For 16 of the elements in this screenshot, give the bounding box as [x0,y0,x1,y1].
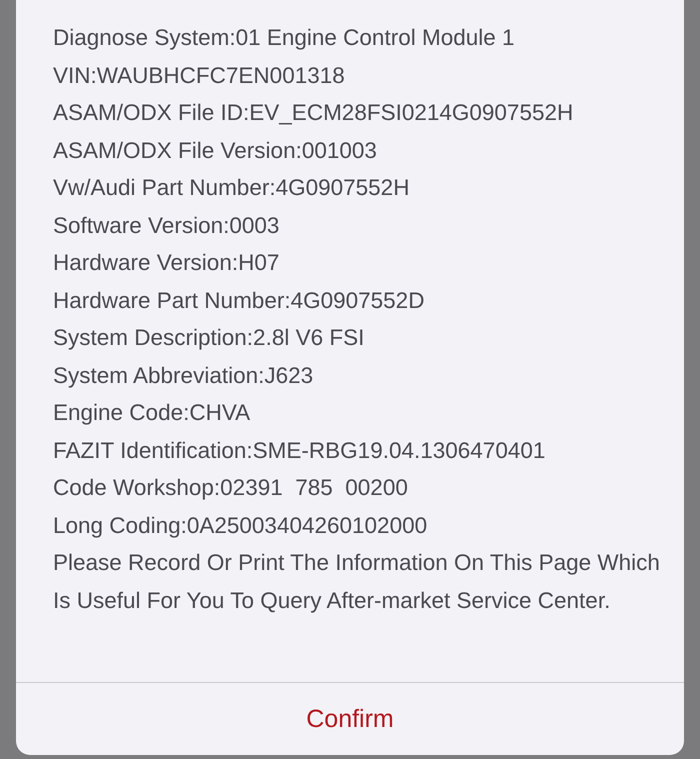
info-line: Long Coding:0A25003404260102000 [53,512,428,540]
instruction-text: Please Record Or Print The Information On This Page Which Is Useful For You To Query After-market Service Center. [53,549,661,615]
info-line: Software Version:0003 [53,212,280,240]
info-line: ASAM/ODX File Version:001003 [53,136,378,164]
info-line: System Description:2.8l V6 FSI [53,324,366,352]
info-line: System Abbreviation:J623 [53,362,314,390]
info-line: Engine Code:CHVA [53,399,252,427]
info-line: FAZIT Identification:SME-RBG19.04.1306470401 [53,436,546,464]
info-line: Code Workshop:02391 785 00200 [53,474,409,502]
info-line: Diagnose System:01 Engine Control Module 1 [53,24,516,52]
confirm-button[interactable]: Confirm [296,700,404,738]
info-line: Hardware Version:H07 [53,249,280,277]
info-line: Hardware Part Number:4G0907552D [53,286,426,314]
info-line: Vw/Audi Part Number:4G0907552H [53,174,410,202]
info-line: ASAM/ODX File ID:EV_ECM28FSI0214G0907552H [53,99,574,127]
info-line: VIN:WAUBHCFC7EN001318 [53,62,346,90]
